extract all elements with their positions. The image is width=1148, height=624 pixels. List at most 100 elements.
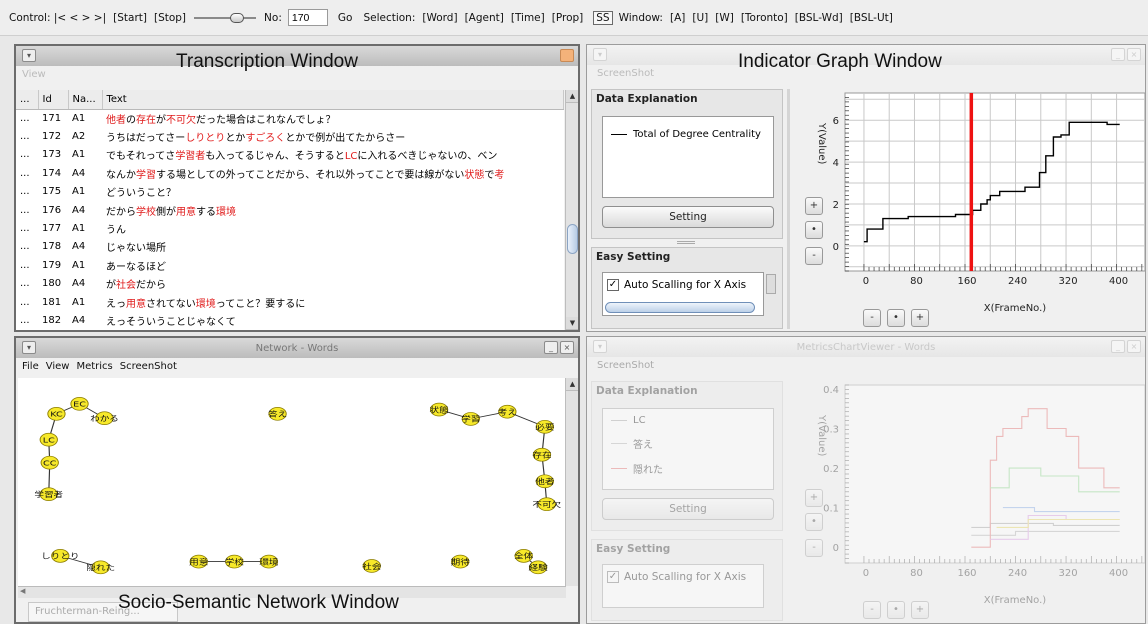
metrics-easy-setting-list: ✓ Auto Scalling for X Axis [602,564,764,608]
table-row[interactable]: ... 174 A4 なんか学習する場としての外ってことだから、それ以外ってことで要は… [16,164,564,183]
metrics-auto-scaling-checkbox[interactable]: ✓ [607,571,619,583]
window-u-button[interactable]: [U] [691,12,709,24]
x-tick-label: 160 [957,568,976,579]
cell-name: A4 [68,311,102,330]
network-node-label: CC [43,459,57,467]
setting-button[interactable]: Setting [602,206,774,228]
table-row[interactable]: ... 173 A1 でもそれってさ学習者も入ってるじゃん、そうするとLCに入れるべき… [16,145,564,165]
menu-file[interactable]: File [22,361,39,374]
metrics-auto-scaling-row[interactable]: ✓ Auto Scalling for X Axis [603,565,763,583]
cell-id: 180 [38,274,68,293]
window-w-button[interactable]: [W] [714,12,735,24]
column-header-name[interactable]: Na... [68,90,103,110]
minimize-icon[interactable]: _ [544,341,558,354]
window-menu-icon[interactable]: ▾ [22,341,36,354]
table-row[interactable]: ... 176 A4 だから学校側が用意する環境 [16,200,564,220]
close-icon[interactable]: × [1127,340,1141,353]
table-row[interactable]: ... 177 A1 うん [16,219,564,238]
window-a-button[interactable]: [A] [669,12,686,24]
text-segment: 側が [156,206,176,218]
window-bsl-ut-button[interactable]: [BSL-Ut] [849,12,894,24]
metrics-setting-button[interactable]: Setting [602,498,774,520]
table-row[interactable]: ... 181 A1 えっ用意されてない環境ってこと？要するに [16,292,564,312]
selection-word-button[interactable]: [Word] [421,12,458,24]
playback-controls[interactable]: Control: |< < > >| [8,12,107,24]
table-row[interactable]: ... 182 A4 えっそういうことじゃなくて [16,311,564,330]
start-button[interactable]: [Start] [112,12,148,24]
text-segment: に入れるべきじゃないの、ベン [357,151,498,163]
cell-dots: ... [16,109,38,128]
highlighted-word: 社会 [116,280,136,292]
horizontal-scrollbar[interactable] [605,302,755,313]
window-menu-icon[interactable]: ▾ [22,49,36,62]
network-node-label: しりとり [41,552,79,560]
transcription-scrollbar[interactable]: ▲ ▼ [565,90,578,330]
network-titlebar[interactable]: ▾ Network - Words _ × [16,338,578,358]
y-tick-label: 0 [833,543,839,554]
network-node-label: 答え [268,410,287,418]
auto-scaling-row[interactable]: ✓ Auto Scalling for X Axis [603,273,763,291]
legend-line-icon [611,468,627,469]
highlighted-word: LC [344,151,358,163]
network-node-label: 考え [498,408,517,416]
network-scrollbar[interactable]: ▲ [565,378,578,586]
close-icon[interactable]: × [560,341,574,354]
legend-box: Total of Degree Centrality [602,116,774,198]
frame-slider[interactable] [194,12,257,23]
column-header-text[interactable]: Text [102,90,564,110]
stop-button[interactable]: [Stop] [153,12,187,24]
data-explanation-panel: Data Explanation Total of Degree Central… [591,89,783,239]
window-bsl-wd-button[interactable]: [BSL-Wd] [794,12,844,24]
plot-area[interactable] [844,92,1145,272]
menu-view[interactable]: View [46,361,70,374]
close-icon[interactable]: × [1127,48,1141,61]
indicator-chart[interactable]: 0 2 4 6 0 80 160 240 320 400 Y(Value) X(FrameNo.) [801,89,1146,332]
table-row[interactable]: ... 172 A2 うちはだってさーしりとりとかすごろくとかで例が出てたからさー [16,127,564,146]
metrics-tab-screenshot[interactable]: ScreenShot [587,357,1145,376]
scroll-thumb[interactable] [567,224,578,254]
window-menu-icon[interactable]: ▾ [593,48,607,61]
selection-prop-button[interactable]: [Prop] [551,12,585,24]
ss-button[interactable]: SS [593,10,613,25]
list-scroll[interactable] [766,274,776,294]
cell-id: 171 [38,109,68,128]
highlighted-word: 状態 [464,169,485,181]
go-button[interactable]: Go [337,12,354,24]
window-toronto-button[interactable]: [Toronto] [740,12,789,24]
plot-area[interactable] [844,384,1145,564]
close-icon[interactable] [560,49,574,62]
network-canvas[interactable]: KC EC わかる LC CC 学習者 答え 状態学習 考え必要存在他者不可欠しりとり隠れた 用意… [18,378,566,586]
table-row[interactable]: ... 175 A1 どういうこと？ [16,182,564,201]
column-header-id[interactable]: Id [38,90,69,110]
x-tick-label: 320 [1059,276,1078,287]
table-row[interactable]: ... 180 A4 が社会だから [16,274,564,293]
cell-name: A1 [68,292,102,312]
vertical-splitter[interactable] [787,89,790,329]
column-header-dots[interactable]: ... [16,90,39,110]
menu-metrics[interactable]: Metrics [76,361,112,374]
menu-screenshot[interactable]: ScreenShot [120,361,177,374]
table-row[interactable]: ... 178 A4 じゃない場所 [16,237,564,257]
cell-dots: ... [16,145,38,165]
transcription-window-caption: Transcription Window [176,51,358,72]
scroll-up-icon[interactable]: ▲ [566,90,578,103]
metrics-titlebar[interactable]: ▾ MetricsChartViewer - Words _ × [587,337,1145,357]
metrics-data-explanation-panel: Data Explanation LC 答え 隠れた Setting [591,381,783,531]
selection-agent-button[interactable]: [Agent] [464,12,505,24]
window-menu-icon[interactable]: ▾ [593,340,607,353]
minimize-icon[interactable]: _ [1111,48,1125,61]
cell-text: うん [102,219,564,238]
selection-time-button[interactable]: [Time] [510,12,546,24]
splitter-handle[interactable] [677,241,695,244]
cell-id: 173 [38,145,68,165]
scroll-up-icon[interactable]: ▲ [566,378,578,391]
scroll-down-icon[interactable]: ▼ [566,317,578,330]
metrics-chart[interactable]: 00.10.20.30.40 80 160 240 320 400Y(Value)X(Fr… [801,381,1146,624]
auto-scaling-checkbox[interactable]: ✓ [607,279,619,291]
table-row[interactable]: ... 179 A1 あーなるほど [16,256,564,275]
minimize-icon[interactable]: _ [1111,340,1125,353]
table-row[interactable]: ... 171 A1 他者の存在が不可欠だった場合はこれなんでしょ？ [16,109,564,128]
cell-dots: ... [16,256,38,275]
slider-knob[interactable] [230,12,245,23]
frame-number-input[interactable] [287,9,328,26]
